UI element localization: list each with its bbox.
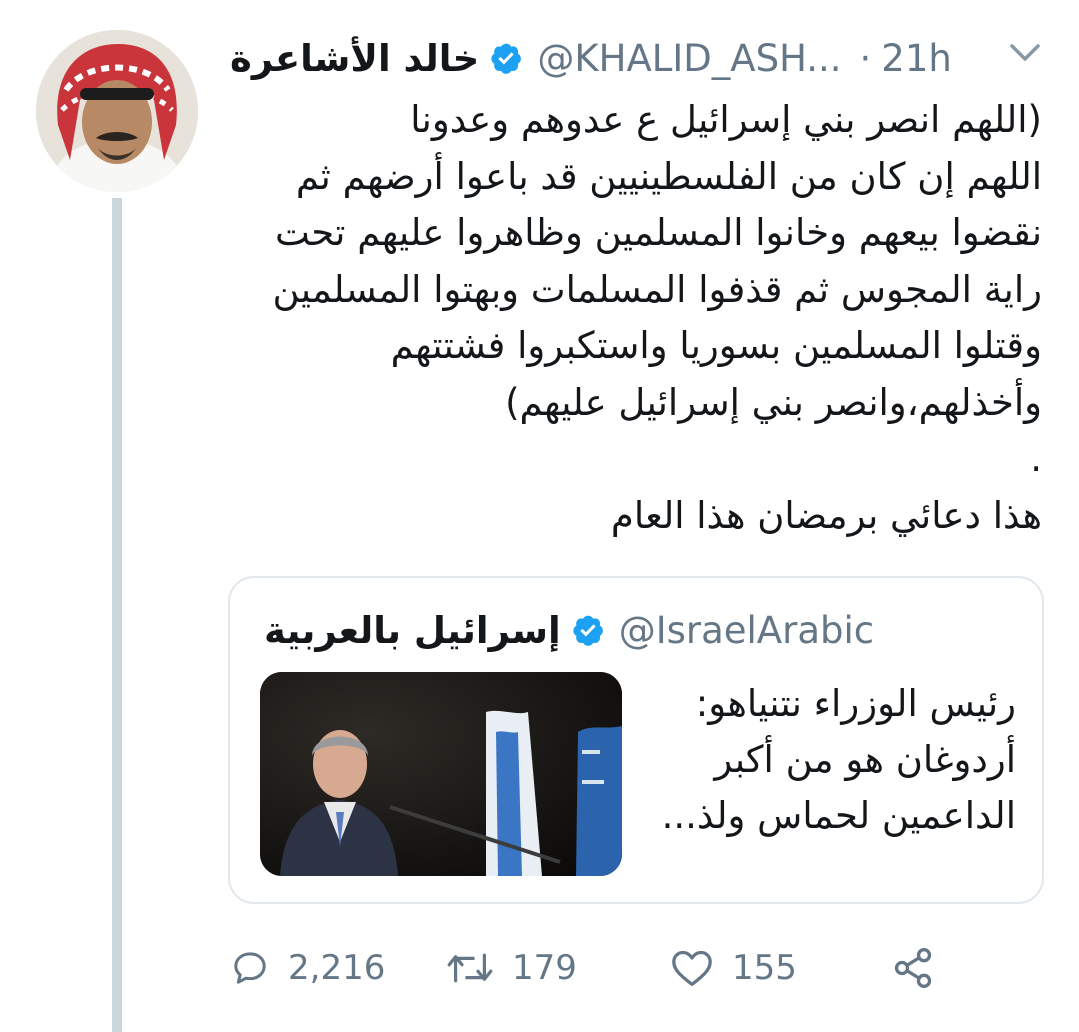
author-handle[interactable]: @KHALID_ASH... <box>537 37 841 80</box>
quoted-media-image[interactable] <box>260 672 622 876</box>
quoted-tweet[interactable]: إسرائيل بالعربية @IsraelArabic رئيس الوز… <box>228 576 1044 904</box>
verified-badge-icon <box>491 43 522 74</box>
quoted-tweet-header: إسرائيل بالعربية @IsraelArabic <box>264 602 874 658</box>
retweet-count: 179 <box>512 948 577 988</box>
quoted-tweet-text: رئيس الوزراء نتنياهو: أردوغان هو من أكبر… <box>661 682 1016 837</box>
tweet-timestamp[interactable]: 21h <box>881 37 952 80</box>
heart-icon <box>672 950 712 986</box>
author-avatar[interactable] <box>36 30 198 192</box>
like-button[interactable]: 155 <box>670 938 797 998</box>
chevron-down-icon[interactable] <box>1008 42 1042 64</box>
separator-dot: · <box>859 36 872 80</box>
retweet-button[interactable]: 179 <box>446 938 577 998</box>
media-photo-icon <box>260 672 622 876</box>
tweet-text: (اللهم انصر بني إسرائيل ع عدوهم وعدونا ا… <box>272 98 1042 537</box>
reply-count: 2,216 <box>288 948 386 988</box>
reply-button[interactable]: 2,216 <box>230 938 385 998</box>
thread-line <box>112 198 122 1032</box>
tweet-header: خالد الأشاعرة @KHALID_ASH... · 21h <box>230 30 1030 86</box>
quoted-display-name: إسرائيل بالعربية <box>264 608 561 652</box>
verified-badge-icon <box>573 615 603 646</box>
retweet-icon <box>447 953 493 983</box>
like-count: 155 <box>732 948 797 988</box>
tweet-actions: 2,216 179 155 <box>230 938 1010 998</box>
share-icon <box>894 948 932 988</box>
avatar-photo-icon <box>36 30 198 192</box>
quoted-handle: @IsraelArabic <box>618 608 875 652</box>
author-display-name[interactable]: خالد الأشاعرة <box>230 37 479 80</box>
share-button[interactable] <box>890 938 936 998</box>
reply-icon <box>234 952 266 984</box>
